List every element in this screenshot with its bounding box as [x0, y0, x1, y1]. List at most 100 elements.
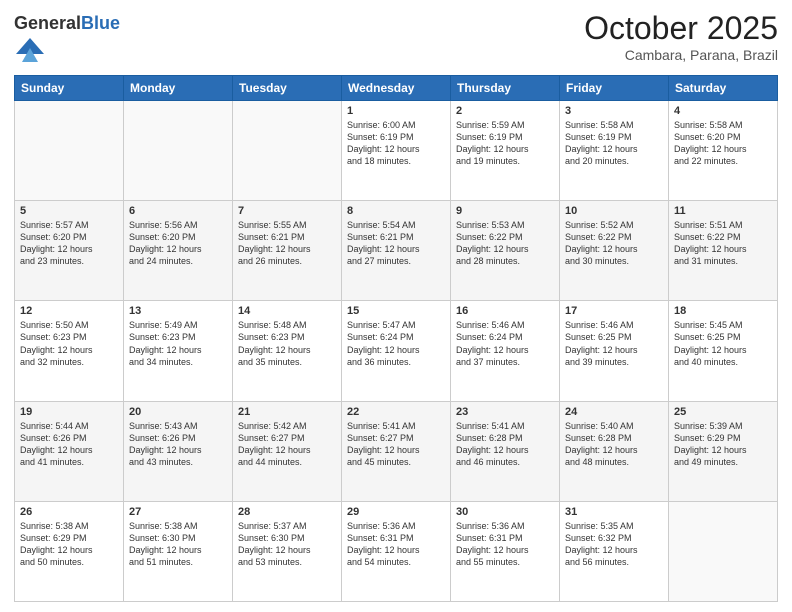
calendar-cell: 31 Sunrise: 5:35 AM Sunset: 6:32 PM Dayli…: [560, 501, 669, 601]
day-number: 7: [238, 205, 336, 217]
day-info: Sunrise: 5:58 AM Sunset: 6:20 PM Dayligh…: [674, 119, 772, 168]
day-number: 18: [674, 305, 772, 317]
logo-text: GeneralBlue: [14, 14, 120, 34]
day-info: Sunrise: 5:40 AM Sunset: 6:28 PM Dayligh…: [565, 420, 663, 469]
day-number: 29: [347, 506, 445, 518]
day-number: 9: [456, 205, 554, 217]
calendar-cell: 6 Sunrise: 5:56 AM Sunset: 6:20 PM Daylig…: [124, 201, 233, 301]
calendar-week-5: 26Sunrise: 5:38 AM Sunset: 6:29 PM Dayli…: [15, 501, 778, 601]
day-info: Sunrise: 5:52 AM Sunset: 6:22 PM Dayligh…: [565, 219, 663, 268]
logo-general: General: [14, 13, 81, 33]
calendar-cell: 28 Sunrise: 5:37 AM Sunset: 6:30 PM Dayli…: [233, 501, 342, 601]
day-header-monday: Monday: [124, 75, 233, 100]
day-info: Sunrise: 5:36 AM Sunset: 6:31 PM Dayligh…: [456, 520, 554, 569]
day-info: Sunrise: 5:49 AM Sunset: 6:23 PM Dayligh…: [129, 319, 227, 368]
day-number: 8: [347, 205, 445, 217]
day-number: 19: [20, 406, 118, 418]
day-number: 31: [565, 506, 663, 518]
calendar-cell: [233, 100, 342, 200]
day-info: Sunrise: 5:48 AM Sunset: 6:23 PM Dayligh…: [238, 319, 336, 368]
day-info: Sunrise: 5:41 AM Sunset: 6:27 PM Dayligh…: [347, 420, 445, 469]
title-block: October 2025 Cambara, Parana, Brazil: [584, 10, 778, 63]
day-info: Sunrise: 5:57 AM Sunset: 6:20 PM Dayligh…: [20, 219, 118, 268]
month-title: October 2025: [584, 10, 778, 47]
day-number: 3: [565, 105, 663, 117]
calendar-cell: 30 Sunrise: 5:36 AM Sunset: 6:31 PM Dayli…: [451, 501, 560, 601]
day-header-friday: Friday: [560, 75, 669, 100]
day-info: Sunrise: 5:47 AM Sunset: 6:24 PM Dayligh…: [347, 319, 445, 368]
day-number: 11: [674, 205, 772, 217]
day-number: 26: [20, 506, 118, 518]
day-info: Sunrise: 5:43 AM Sunset: 6:26 PM Dayligh…: [129, 420, 227, 469]
day-info: Sunrise: 5:45 AM Sunset: 6:25 PM Dayligh…: [674, 319, 772, 368]
calendar-cell: 7 Sunrise: 5:55 AM Sunset: 6:21 PM Daylig…: [233, 201, 342, 301]
day-info: Sunrise: 5:46 AM Sunset: 6:25 PM Dayligh…: [565, 319, 663, 368]
calendar-cell: 25 Sunrise: 5:39 AM Sunset: 6:29 PM Dayli…: [669, 401, 778, 501]
calendar-cell: [124, 100, 233, 200]
calendar-cell: 14Sunrise: 5:48 AM Sunset: 6:23 PM Dayli…: [233, 301, 342, 401]
calendar-cell: 22 Sunrise: 5:41 AM Sunset: 6:27 PM Dayli…: [342, 401, 451, 501]
calendar-cell: 18 Sunrise: 5:45 AM Sunset: 6:25 PM Dayli…: [669, 301, 778, 401]
calendar-week-1: 1 Sunrise: 6:00 AM Sunset: 6:19 PM Daylig…: [15, 100, 778, 200]
day-number: 30: [456, 506, 554, 518]
day-header-tuesday: Tuesday: [233, 75, 342, 100]
calendar-week-4: 19Sunrise: 5:44 AM Sunset: 6:26 PM Dayli…: [15, 401, 778, 501]
calendar-cell: 13 Sunrise: 5:49 AM Sunset: 6:23 PM Dayli…: [124, 301, 233, 401]
day-info: Sunrise: 6:00 AM Sunset: 6:19 PM Dayligh…: [347, 119, 445, 168]
day-info: Sunrise: 5:42 AM Sunset: 6:27 PM Dayligh…: [238, 420, 336, 469]
day-number: 4: [674, 105, 772, 117]
day-header-thursday: Thursday: [451, 75, 560, 100]
day-number: 17: [565, 305, 663, 317]
day-number: 1: [347, 105, 445, 117]
calendar-cell: 5 Sunrise: 5:57 AM Sunset: 6:20 PM Daylig…: [15, 201, 124, 301]
day-header-saturday: Saturday: [669, 75, 778, 100]
day-number: 23: [456, 406, 554, 418]
calendar-cell: 29Sunrise: 5:36 AM Sunset: 6:31 PM Dayli…: [342, 501, 451, 601]
day-info: Sunrise: 5:59 AM Sunset: 6:19 PM Dayligh…: [456, 119, 554, 168]
calendar-cell: 1 Sunrise: 6:00 AM Sunset: 6:19 PM Daylig…: [342, 100, 451, 200]
logo: GeneralBlue: [14, 14, 120, 67]
calendar-cell: 10 Sunrise: 5:52 AM Sunset: 6:22 PM Dayli…: [560, 201, 669, 301]
day-info: Sunrise: 5:54 AM Sunset: 6:21 PM Dayligh…: [347, 219, 445, 268]
day-number: 22: [347, 406, 445, 418]
day-number: 2: [456, 105, 554, 117]
day-info: Sunrise: 5:56 AM Sunset: 6:20 PM Dayligh…: [129, 219, 227, 268]
calendar-cell: 26Sunrise: 5:38 AM Sunset: 6:29 PM Dayli…: [15, 501, 124, 601]
calendar-cell: 12 Sunrise: 5:50 AM Sunset: 6:23 PM Dayli…: [15, 301, 124, 401]
day-number: 13: [129, 305, 227, 317]
calendar-cell: 21Sunrise: 5:42 AM Sunset: 6:27 PM Dayli…: [233, 401, 342, 501]
calendar-cell: 24 Sunrise: 5:40 AM Sunset: 6:28 PM Dayli…: [560, 401, 669, 501]
calendar-cell: 9Sunrise: 5:53 AM Sunset: 6:22 PM Daylig…: [451, 201, 560, 301]
day-info: Sunrise: 5:39 AM Sunset: 6:29 PM Dayligh…: [674, 420, 772, 469]
day-number: 24: [565, 406, 663, 418]
calendar-cell: [669, 501, 778, 601]
day-info: Sunrise: 5:58 AM Sunset: 6:19 PM Dayligh…: [565, 119, 663, 168]
day-number: 10: [565, 205, 663, 217]
calendar-cell: [15, 100, 124, 200]
day-info: Sunrise: 5:50 AM Sunset: 6:23 PM Dayligh…: [20, 319, 118, 368]
day-number: 28: [238, 506, 336, 518]
calendar-cell: 23Sunrise: 5:41 AM Sunset: 6:28 PM Dayli…: [451, 401, 560, 501]
day-info: Sunrise: 5:35 AM Sunset: 6:32 PM Dayligh…: [565, 520, 663, 569]
calendar-cell: 3 Sunrise: 5:58 AM Sunset: 6:19 PM Daylig…: [560, 100, 669, 200]
calendar-cell: 20 Sunrise: 5:43 AM Sunset: 6:26 PM Dayli…: [124, 401, 233, 501]
calendar-week-2: 5 Sunrise: 5:57 AM Sunset: 6:20 PM Daylig…: [15, 201, 778, 301]
day-number: 27: [129, 506, 227, 518]
day-info: Sunrise: 5:55 AM Sunset: 6:21 PM Dayligh…: [238, 219, 336, 268]
calendar-week-3: 12 Sunrise: 5:50 AM Sunset: 6:23 PM Dayli…: [15, 301, 778, 401]
logo-icon: [16, 34, 44, 62]
day-number: 6: [129, 205, 227, 217]
calendar-cell: 8 Sunrise: 5:54 AM Sunset: 6:21 PM Daylig…: [342, 201, 451, 301]
calendar-cell: 2 Sunrise: 5:59 AM Sunset: 6:19 PM Daylig…: [451, 100, 560, 200]
calendar-cell: 15 Sunrise: 5:47 AM Sunset: 6:24 PM Dayli…: [342, 301, 451, 401]
page: GeneralBlue October 2025 Cambara, Parana…: [0, 0, 792, 612]
calendar-cell: 17 Sunrise: 5:46 AM Sunset: 6:25 PM Dayli…: [560, 301, 669, 401]
day-number: 5: [20, 205, 118, 217]
day-number: 12: [20, 305, 118, 317]
day-number: 20: [129, 406, 227, 418]
day-info: Sunrise: 5:37 AM Sunset: 6:30 PM Dayligh…: [238, 520, 336, 569]
day-info: Sunrise: 5:46 AM Sunset: 6:24 PM Dayligh…: [456, 319, 554, 368]
day-info: Sunrise: 5:38 AM Sunset: 6:30 PM Dayligh…: [129, 520, 227, 569]
day-number: 25: [674, 406, 772, 418]
day-number: 15: [347, 305, 445, 317]
